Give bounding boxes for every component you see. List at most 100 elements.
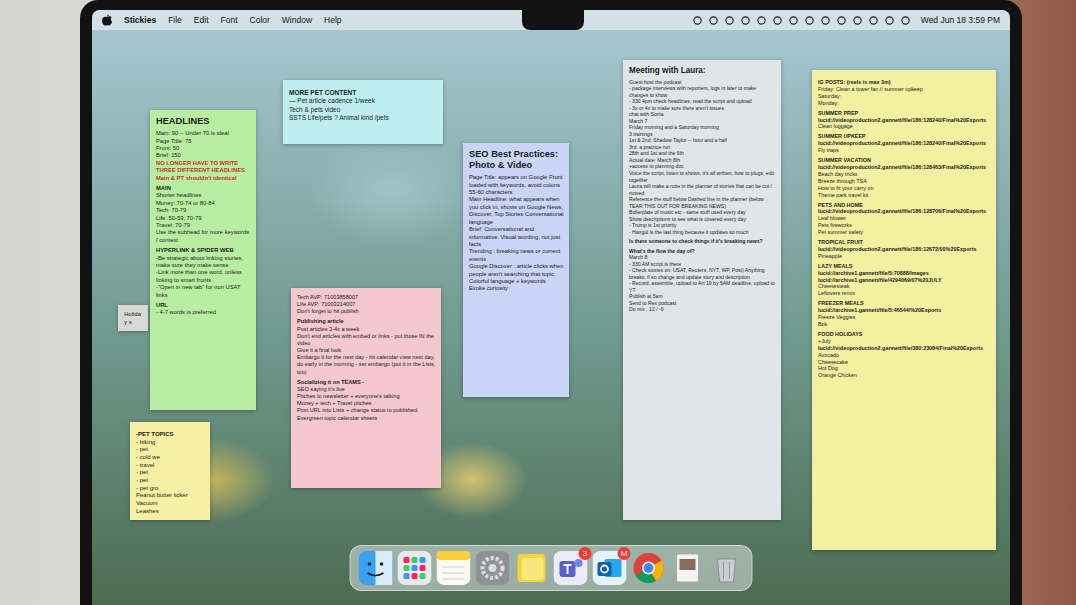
- gear-icon: [476, 551, 510, 585]
- status-icon[interactable]: [901, 16, 910, 25]
- note-line: Tech & pets video: [289, 106, 438, 114]
- menu-item[interactable]: Window: [282, 15, 312, 25]
- sticky-note[interactable]: -PET TOPICS- hiking- pet- cold we- trave…: [130, 422, 210, 520]
- status-icon[interactable]: [757, 16, 766, 25]
- menu-item[interactable]: Help: [324, 15, 341, 25]
- note-line: Front: 50: [156, 145, 251, 152]
- app-menu[interactable]: Stickies: [124, 15, 156, 25]
- dock-item[interactable]: [515, 551, 549, 585]
- status-icon[interactable]: [741, 16, 750, 25]
- status-icon[interactable]: [789, 16, 798, 25]
- note-line: - pet: [136, 469, 205, 477]
- note-line: Main & PT shouldn't identical: [156, 175, 251, 182]
- note-line: Bok: [818, 321, 991, 328]
- dock-item[interactable]: [632, 551, 666, 585]
- note-line: - pet gro: [136, 485, 205, 493]
- note-line: +access to planning doc: [629, 163, 776, 170]
- sticky-note[interactable]: SEO Best Practices: Photo & VideoPage Ti…: [463, 143, 569, 397]
- note-line: SUMMER PREP: [818, 110, 991, 117]
- note-line: Leashes: [136, 508, 205, 516]
- status-icon[interactable]: [853, 16, 862, 25]
- finder-icon: [359, 551, 393, 585]
- note-line: TROPICAL FRUIT: [818, 239, 991, 246]
- note-line: -"Open in new tab" for non USAT links: [156, 284, 251, 299]
- dock-item[interactable]: 3: [554, 551, 588, 585]
- note-line: Orange Chicken: [818, 372, 991, 379]
- note-line: Publish at 5am: [629, 293, 776, 300]
- note-line: Holiday s: [124, 311, 143, 326]
- menu-item[interactable]: Font: [221, 15, 238, 25]
- note-line: 3rd: a practice run: [629, 144, 776, 151]
- trash-icon: [710, 551, 744, 585]
- apple-icon[interactable]: [102, 14, 112, 26]
- note-line: Friday morning and a Saturday morning: [629, 124, 776, 131]
- note-line: - Record, assemble, upload to Art 19 by …: [629, 280, 776, 293]
- note-line: Breeze through TSA: [818, 178, 991, 185]
- sticky-note[interactable]: Tech AVP: 71003858007Life AVP: 710032140…: [291, 288, 441, 488]
- note-line: FREEZER MEALS: [818, 300, 991, 307]
- note-line: lucid://videoproduction2.gannett/file/18…: [818, 140, 991, 147]
- sticky-note[interactable]: Meeting with Laura:Guest host the podcas…: [623, 60, 781, 520]
- dock-item[interactable]: [671, 551, 705, 585]
- status-icon[interactable]: [837, 16, 846, 25]
- note-line: lucid://videoproduction2.gannett/file/18…: [818, 208, 991, 215]
- sticky-note[interactable]: HEADLINESMain: 90 -- Under 70 is idealPa…: [150, 110, 256, 410]
- menu-item[interactable]: File: [168, 15, 182, 25]
- note-line: Guest host the podcast: [629, 79, 776, 86]
- dock-item[interactable]: [359, 551, 393, 585]
- sticky-note[interactable]: MORE PET CONTENT— Pet article cadence 1/…: [283, 80, 443, 144]
- notification-badge: M: [618, 547, 631, 560]
- note-line: Boilerplate of music etc - same stuff us…: [629, 209, 776, 216]
- note-line: -PET TOPICS: [136, 431, 205, 439]
- menu-item[interactable]: Color: [250, 15, 270, 25]
- note-line: Socializing it on TEAMS -: [297, 379, 436, 386]
- launchpad-icon: [398, 551, 432, 585]
- status-icon[interactable]: [869, 16, 878, 25]
- note-line: Post URL into Lists + change status to p…: [297, 407, 436, 414]
- note-line: - Trump is 1st priority: [629, 222, 776, 229]
- clock[interactable]: Wed Jun 18 3:59 PM: [921, 15, 1000, 25]
- note-line: -Be strategic about linking stories, mak…: [156, 255, 251, 270]
- menu-item[interactable]: Edit: [194, 15, 209, 25]
- note-line: Send to Rex podcast: [629, 300, 776, 307]
- note-line: How to fit your carry on: [818, 185, 991, 192]
- note-line: March 7: [629, 118, 776, 125]
- document-icon: [671, 551, 705, 585]
- note-line: NO LONGER HAVE TO WRITE THREE DIFFERENT …: [156, 160, 251, 175]
- dock-item[interactable]: M: [593, 551, 627, 585]
- sticky-note[interactable]: Holiday s: [118, 305, 148, 331]
- note-line: Post articles 3-4x a week: [297, 326, 436, 333]
- status-icon[interactable]: [773, 16, 782, 25]
- note-line: Shorter headlines: [156, 192, 251, 199]
- note-line: March 8: [629, 254, 776, 261]
- note-line: Peanut butter licker: [136, 492, 205, 500]
- status-icon[interactable]: [725, 16, 734, 25]
- note-line: - cold we: [136, 454, 205, 462]
- dock-item[interactable]: [437, 551, 471, 585]
- note-line: - package interviews with reporters, log…: [629, 85, 776, 98]
- note-line: Life AVP: 71003214007: [297, 301, 436, 308]
- note-line: SUMMER UPKEEP: [818, 133, 991, 140]
- note-line: Travel: 70-79: [156, 222, 251, 229]
- note-line: Page Title: appears on Google Front load…: [469, 174, 564, 196]
- note-line: - Hangul is the last thing because it up…: [629, 229, 776, 236]
- status-icon[interactable]: [885, 16, 894, 25]
- dock-item[interactable]: [398, 551, 432, 585]
- status-icon[interactable]: [693, 16, 702, 25]
- note-line: Pet summer safety: [818, 229, 991, 236]
- note-line: - travel: [136, 462, 205, 470]
- note-line: What's the flow the day of?: [629, 248, 776, 255]
- note-line: Is there someone to check things if it's…: [629, 238, 776, 245]
- status-icon[interactable]: [821, 16, 830, 25]
- note-line: Money + tech + Travel pitches: [297, 400, 436, 407]
- status-icon[interactable]: [709, 16, 718, 25]
- camera-notch: [522, 10, 584, 30]
- note-line: Pineapple: [818, 253, 991, 260]
- note-line: Google Discover : article clicks when pe…: [469, 263, 564, 285]
- status-icon[interactable]: [805, 16, 814, 25]
- dock-item[interactable]: [476, 551, 510, 585]
- sticky-note[interactable]: IG POSTS: (reels is max 3m)Friday: Clean…: [812, 70, 996, 550]
- note-line: Brief: Conversational and informative. V…: [469, 226, 564, 248]
- dock-item[interactable]: [710, 551, 744, 585]
- note-line: Evoke curiosity: [469, 285, 564, 292]
